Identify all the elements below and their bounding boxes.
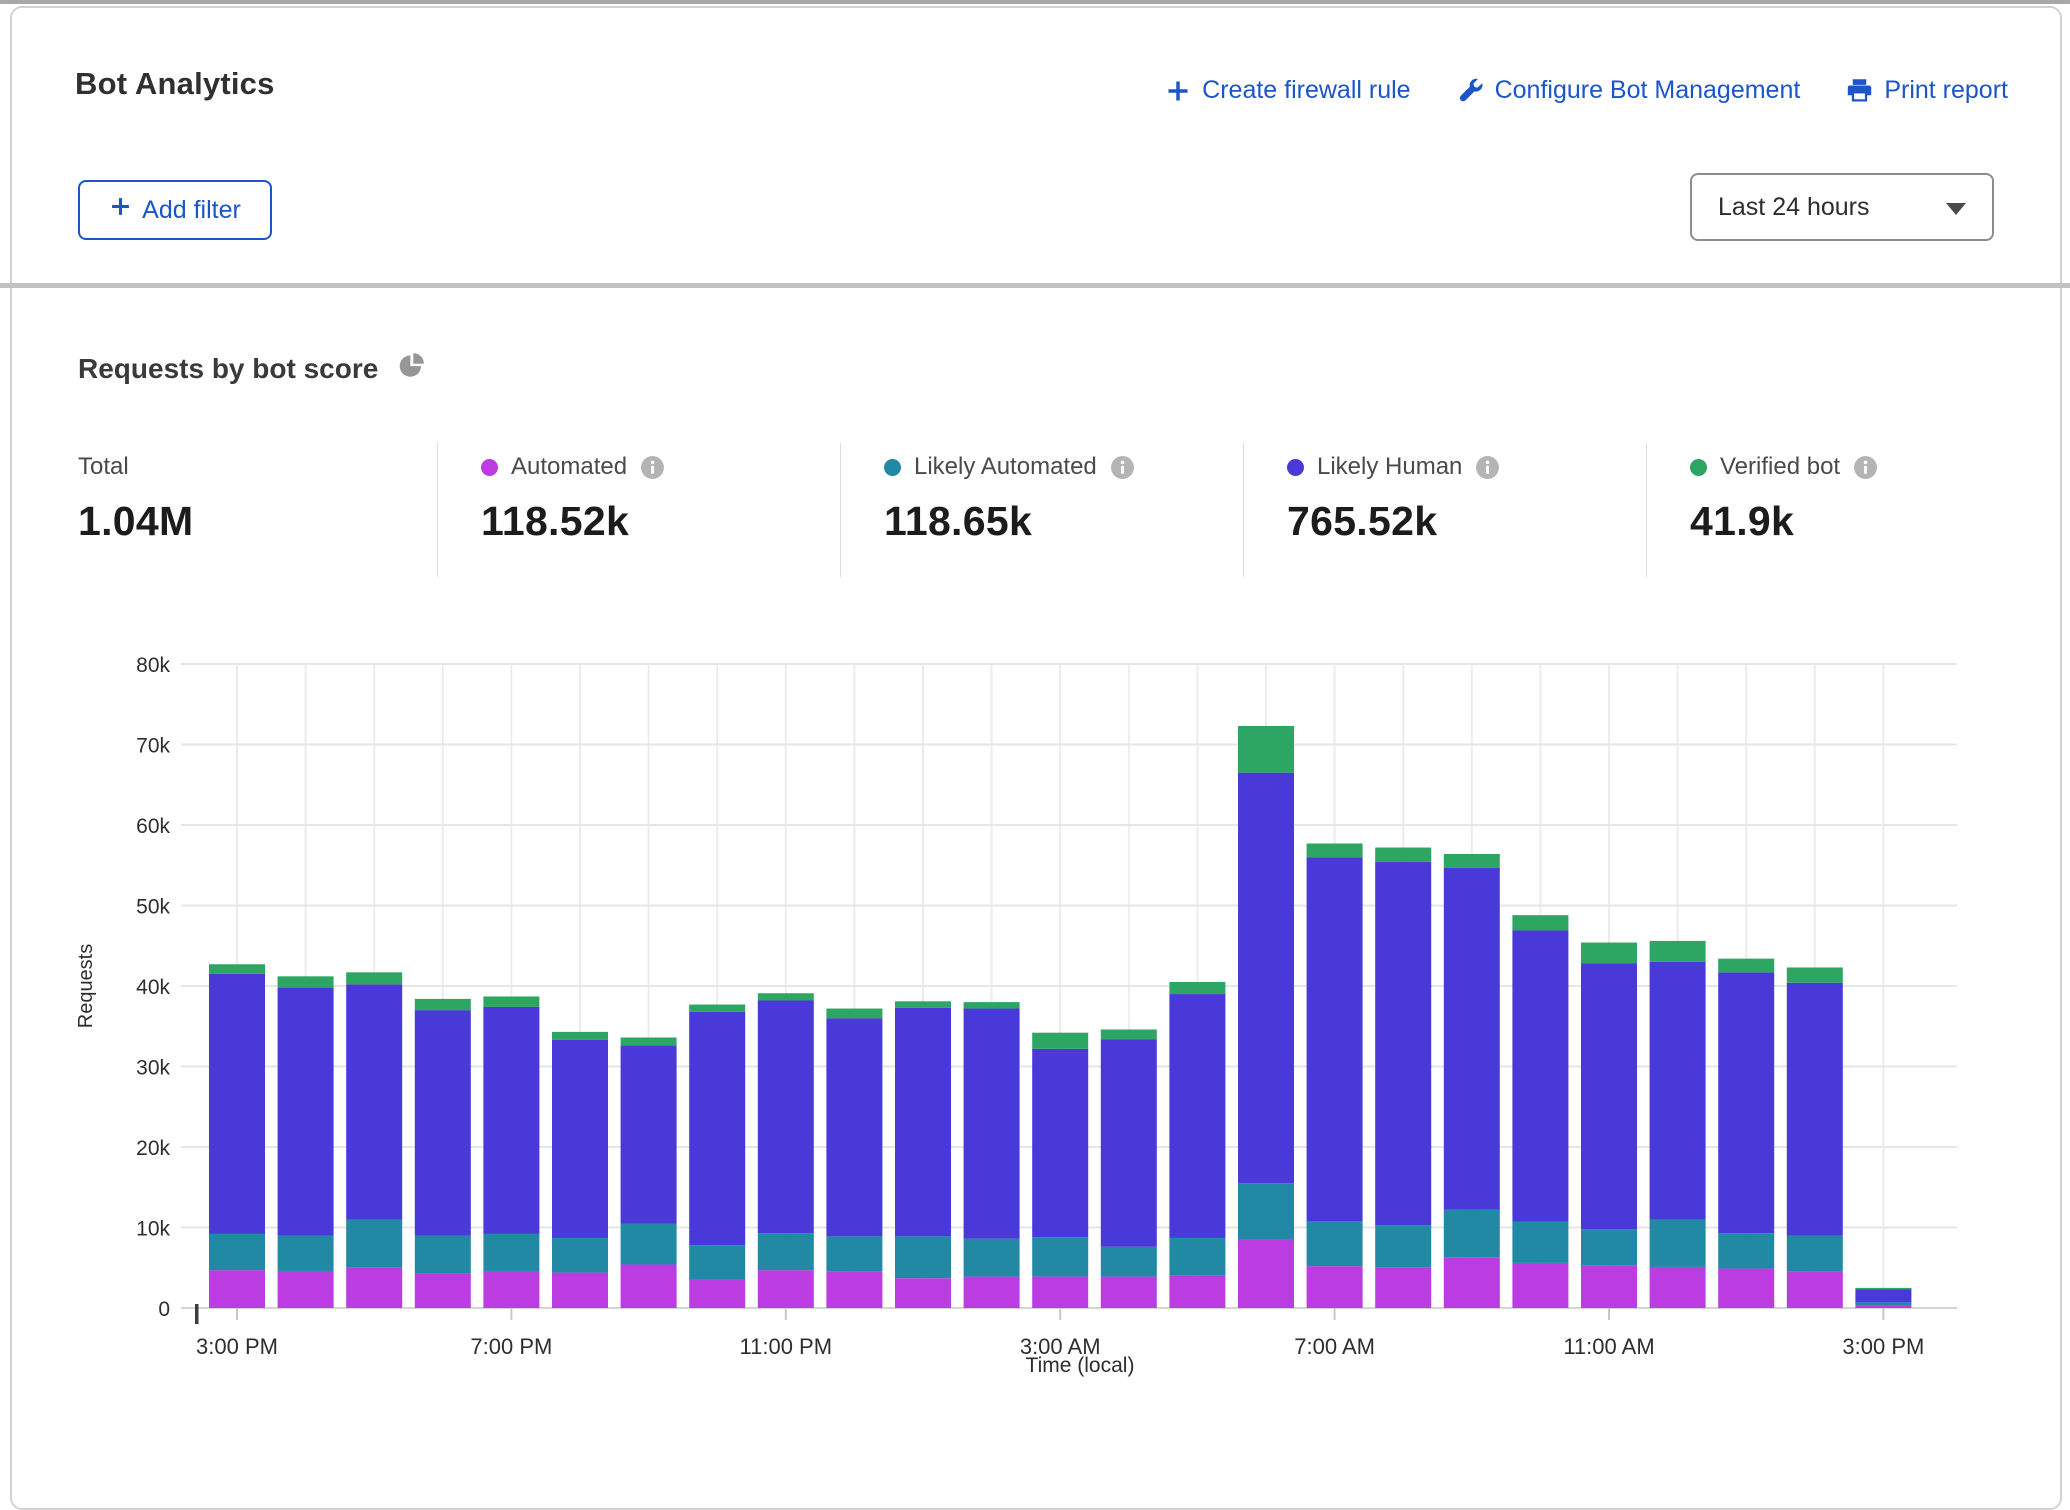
- configure-bot-management-label: Configure Bot Management: [1495, 76, 1801, 105]
- info-icon[interactable]: [1853, 455, 1878, 480]
- stat-likely-human: Likely Human 765.52k: [1287, 452, 1627, 545]
- svg-text:3:00 PM: 3:00 PM: [196, 1334, 278, 1359]
- pie-chart-icon: [398, 352, 425, 386]
- stat-value: 1.04M: [78, 498, 418, 545]
- stat-label: Likely Automated: [914, 453, 1097, 481]
- time-range-value: Last 24 hours: [1692, 193, 1870, 222]
- info-icon[interactable]: [1475, 455, 1500, 480]
- series-dot: [481, 459, 498, 476]
- print-report-label: Print report: [1884, 76, 2008, 105]
- stat-likely-automated: Likely Automated 118.65k: [884, 452, 1224, 545]
- chevron-down-icon: [1946, 203, 1966, 215]
- svg-text:3:00 PM: 3:00 PM: [1842, 1334, 1924, 1359]
- svg-text:30k: 30k: [136, 1057, 170, 1080]
- plus-icon: [109, 195, 132, 225]
- section-divider: [0, 283, 2070, 288]
- wrench-icon: [1457, 77, 1484, 104]
- time-range-select[interactable]: Last 24 hours: [1690, 173, 1994, 241]
- svg-text:7:00 PM: 7:00 PM: [470, 1334, 552, 1359]
- stat-label: Total: [78, 453, 129, 481]
- create-firewall-rule-label: Create firewall rule: [1202, 76, 1410, 105]
- print-report-link[interactable]: Print report: [1846, 76, 2008, 105]
- configure-bot-management-link[interactable]: Configure Bot Management: [1457, 76, 1801, 105]
- info-icon[interactable]: [640, 455, 665, 480]
- page-title: Bot Analytics: [75, 66, 275, 102]
- svg-text:70k: 70k: [136, 735, 170, 758]
- stat-label: Automated: [511, 453, 627, 481]
- series-dot: [1287, 459, 1304, 476]
- stat-divider: [840, 443, 841, 577]
- svg-text:7:00 AM: 7:00 AM: [1294, 1334, 1375, 1359]
- header-actions: Create firewall rule Configure Bot Manag…: [1165, 76, 2008, 105]
- info-icon[interactable]: [1110, 455, 1135, 480]
- stat-value: 765.52k: [1287, 498, 1627, 545]
- stat-value: 118.52k: [481, 498, 821, 545]
- svg-text:Requests: Requests: [75, 944, 97, 1029]
- stat-label: Likely Human: [1317, 453, 1462, 481]
- stat-verified-bot: Verified bot 41.9k: [1690, 452, 2030, 545]
- series-dot: [1690, 459, 1707, 476]
- section-title-label: Requests by bot score: [78, 353, 378, 385]
- top-toolbar-rule: [0, 0, 2070, 4]
- add-filter-button[interactable]: Add filter: [78, 180, 272, 240]
- stat-divider: [437, 443, 438, 577]
- svg-text:80k: 80k: [136, 654, 170, 677]
- stat-automated: Automated 118.52k: [481, 452, 821, 545]
- svg-text:60k: 60k: [136, 815, 170, 838]
- stat-divider: [1646, 443, 1647, 577]
- svg-text:Time (local): Time (local): [1026, 1354, 1135, 1377]
- series-dot: [884, 459, 901, 476]
- svg-text:11:00 PM: 11:00 PM: [740, 1334, 833, 1359]
- svg-text:11:00 AM: 11:00 AM: [1563, 1334, 1654, 1359]
- section-title: Requests by bot score: [78, 352, 425, 386]
- add-filter-label: Add filter: [142, 196, 241, 225]
- svg-text:50k: 50k: [136, 896, 170, 919]
- stat-divider: [1243, 443, 1244, 577]
- stat-value: 41.9k: [1690, 498, 2030, 545]
- svg-text:10k: 10k: [136, 1218, 170, 1241]
- stat-total: Total 1.04M: [78, 452, 418, 545]
- stat-label: Verified bot: [1720, 453, 1840, 481]
- svg-text:0: 0: [158, 1298, 170, 1321]
- bot-score-chart[interactable]: 0 10k 20k 30k 40k 50k 60k 70k 80k 3:00 PM 7:00 PM 1…: [0, 620, 2070, 1394]
- plus-icon: [1165, 78, 1191, 104]
- stat-value: 118.65k: [884, 498, 1224, 545]
- svg-text:20k: 20k: [136, 1137, 170, 1160]
- svg-text:40k: 40k: [136, 976, 170, 999]
- printer-icon: [1846, 77, 1873, 104]
- create-firewall-rule-link[interactable]: Create firewall rule: [1165, 76, 1410, 105]
